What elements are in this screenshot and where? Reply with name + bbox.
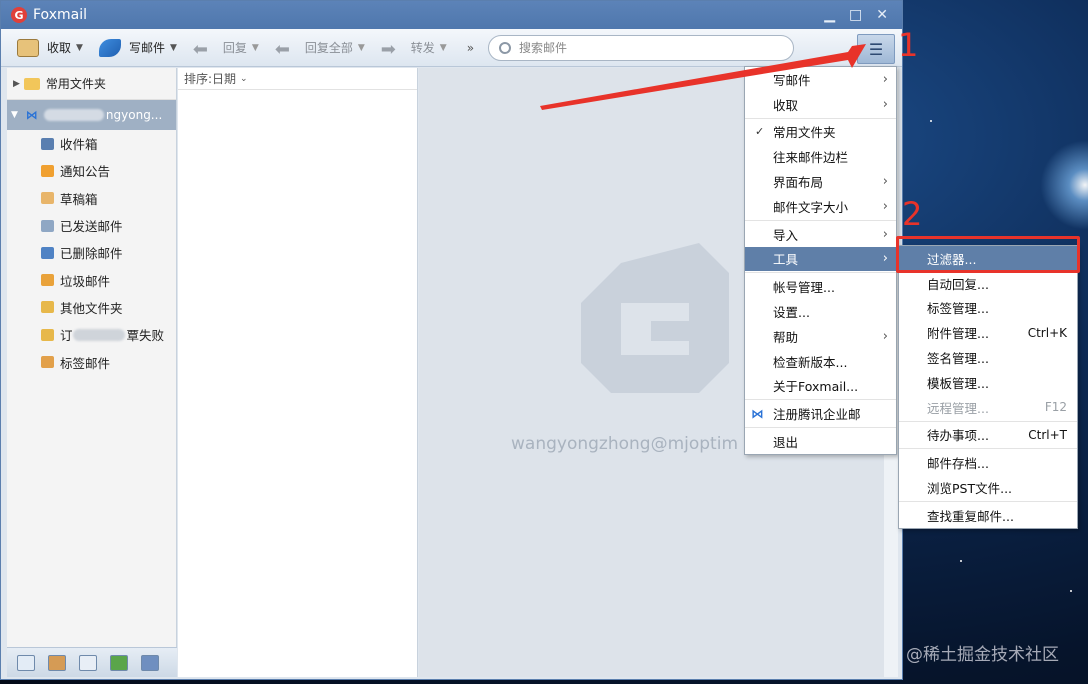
annotation-step-2: 2	[902, 195, 923, 233]
annotation-arrow	[540, 44, 866, 110]
annotation-step-1: 1	[898, 26, 919, 64]
